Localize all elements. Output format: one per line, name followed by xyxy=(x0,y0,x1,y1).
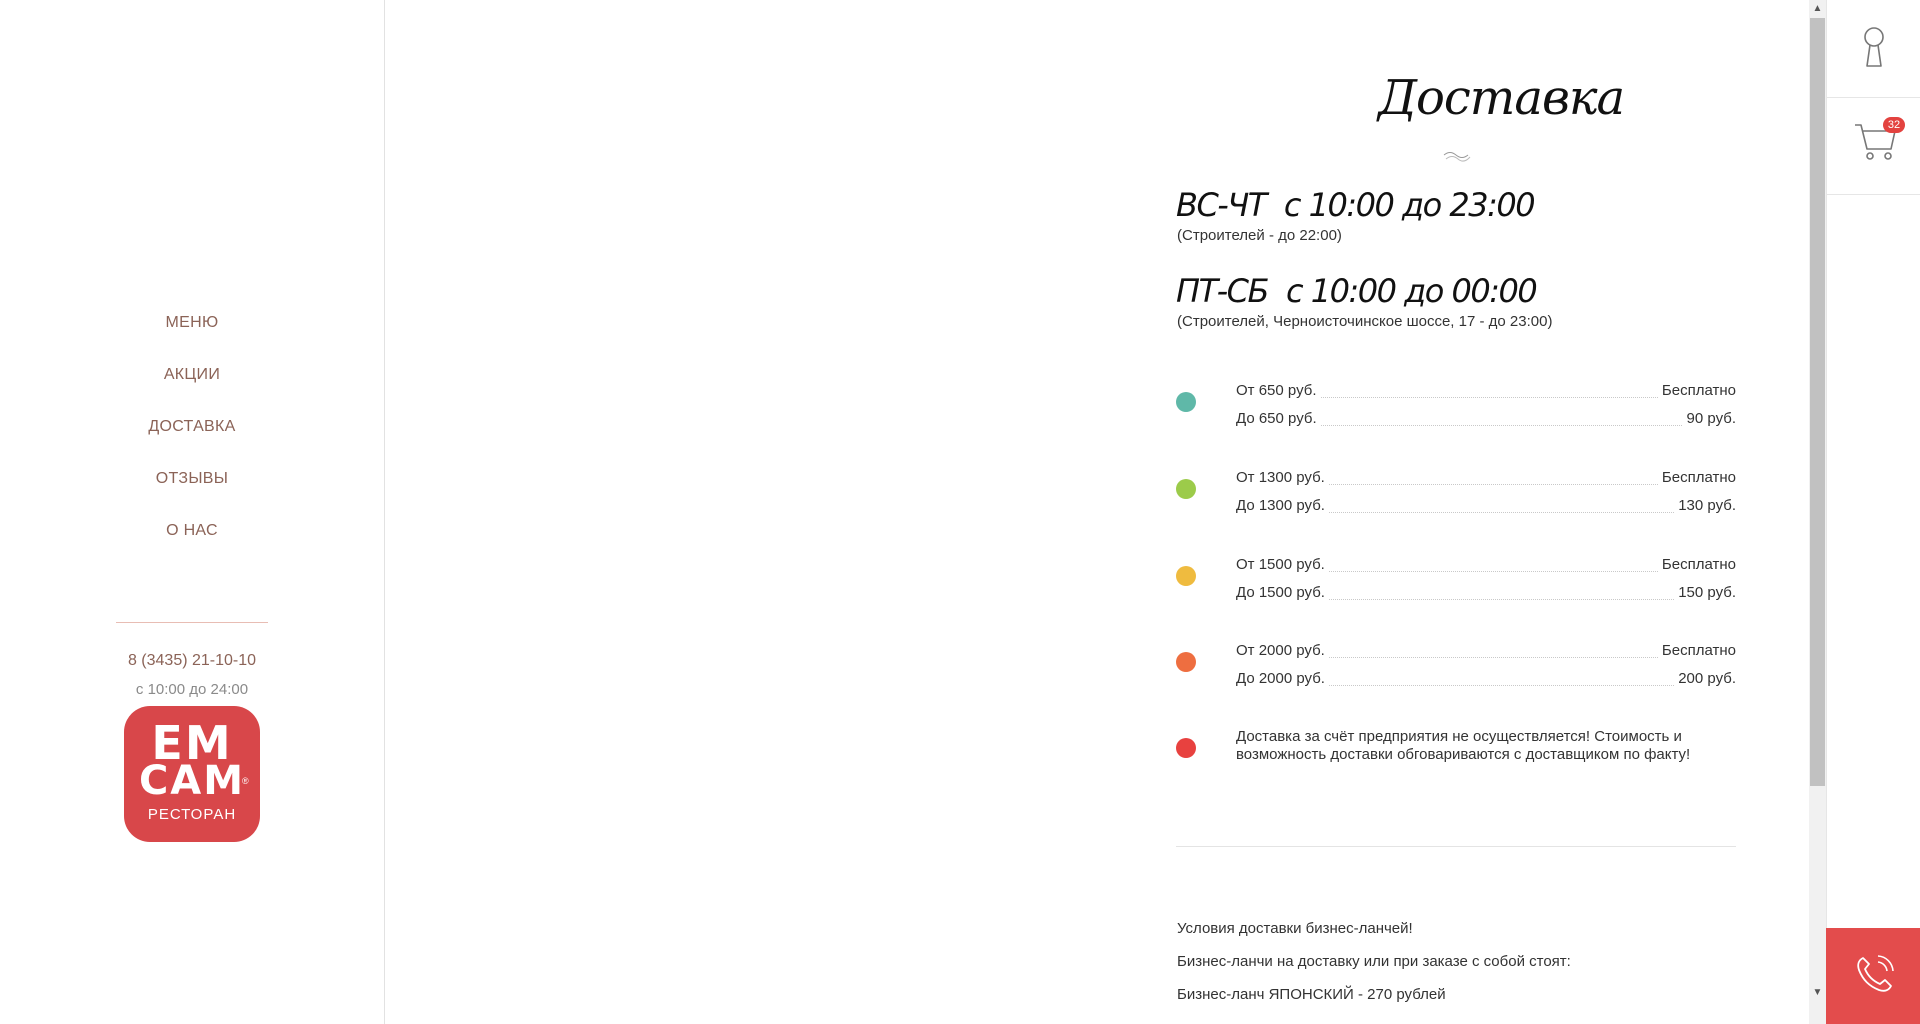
nav-item-delivery[interactable]: ДОСТАВКА xyxy=(0,412,384,464)
schedule-note-2: (Строителей, Черноисточинское шоссе, 17 … xyxy=(1177,313,1553,330)
schedule-heading-1: ВС-ЧТ с 10:00 до 23:00 xyxy=(1176,186,1536,224)
tier-label: До 2000 руб. xyxy=(1236,670,1329,687)
tier-value: Бесплатно xyxy=(1657,642,1736,659)
restaurant-logo[interactable]: ЕМ САМ ® РЕСТОРАН xyxy=(124,706,260,842)
tier-row: От 650 руб. Бесплатно xyxy=(1236,382,1736,402)
tier-color-dot xyxy=(1176,392,1196,412)
schedule-time: с 10:00 до 00:00 xyxy=(1285,272,1538,310)
scrollbar-thumb[interactable] xyxy=(1810,18,1825,786)
right-rail: 32 xyxy=(1826,0,1920,1024)
tier-label: До 1300 руб. xyxy=(1236,497,1329,514)
scroll-up-icon[interactable]: ▲ xyxy=(1809,0,1826,17)
tier-color-dot xyxy=(1176,566,1196,586)
business-lunch-item: Бизнес-ланч ЯПОНСКИЙ - 270 рублей xyxy=(1177,986,1446,1003)
nav-item-about[interactable]: О НАС xyxy=(0,516,384,568)
tier-value: 150 руб. xyxy=(1674,584,1736,601)
nav-item-promotions[interactable]: АКЦИИ xyxy=(0,360,384,412)
title-ornament-icon xyxy=(1443,152,1471,162)
note-text: Доставка за счёт предприятия не осуществ… xyxy=(1236,728,1691,763)
page-title: Доставка xyxy=(1378,70,1625,126)
tier-row: До 650 руб. 90 руб. xyxy=(1236,410,1736,430)
tier-color-dot xyxy=(1176,652,1196,672)
contact-phone[interactable]: 8 (3435) 21-10-10 xyxy=(0,652,384,670)
nav-item-menu[interactable]: МЕНЮ xyxy=(0,308,384,360)
tier-row: От 1500 руб. Бесплатно xyxy=(1236,556,1736,576)
schedule-note-1: (Строителей - до 22:00) xyxy=(1177,227,1342,244)
tier-label: От 1300 руб. xyxy=(1236,469,1329,486)
tier-row: До 1500 руб. 150 руб. xyxy=(1236,584,1736,604)
tier-value: 200 руб. xyxy=(1674,670,1736,687)
scroll-down-icon[interactable]: ▼ xyxy=(1809,984,1826,1001)
tier-label: До 1500 руб. xyxy=(1236,584,1329,601)
sidebar-divider xyxy=(116,622,268,623)
contact-hours: с 10:00 до 24:00 xyxy=(135,681,249,698)
tier-color-dot xyxy=(1176,479,1196,499)
tier-label: От 2000 руб. xyxy=(1236,642,1329,659)
content-divider xyxy=(1176,846,1736,847)
business-lunch-heading: Условия доставки бизнес-ланчей! xyxy=(1177,920,1413,937)
schedule-time: с 10:00 до 23:00 xyxy=(1283,186,1536,224)
tier-value: Бесплатно xyxy=(1657,469,1736,486)
schedule-days: ПТ-СБ xyxy=(1176,272,1269,310)
note-color-dot xyxy=(1176,738,1196,758)
cart-button[interactable]: 32 xyxy=(1827,97,1920,195)
cart-count-badge: 32 xyxy=(1883,117,1905,133)
tier-row: До 1300 руб. 130 руб. xyxy=(1236,497,1736,517)
tier-value: Бесплатно xyxy=(1657,556,1736,573)
logo-registered-mark: ® xyxy=(242,776,249,786)
schedule-heading-2: ПТ-СБ с 10:00 до 00:00 xyxy=(1176,272,1538,310)
phone-icon xyxy=(1857,955,1894,992)
schedule-days: ВС-ЧТ xyxy=(1176,186,1267,224)
tier-value: Бесплатно xyxy=(1657,382,1736,399)
tier-row: От 2000 руб. Бесплатно xyxy=(1236,642,1736,662)
logo-line-3: РЕСТОРАН xyxy=(147,806,237,823)
call-button[interactable] xyxy=(1826,928,1920,1024)
tier-label: От 1500 руб. xyxy=(1236,556,1329,573)
main-nav: МЕНЮ АКЦИИ ДОСТАВКА ОТЗЫВЫ О НАС xyxy=(0,308,384,568)
login-button[interactable] xyxy=(1827,0,1920,98)
tier-row: До 2000 руб. 200 руб. xyxy=(1236,670,1736,690)
tier-value: 130 руб. xyxy=(1674,497,1736,514)
keyhole-icon xyxy=(1864,27,1884,67)
nav-item-reviews[interactable]: ОТЗЫВЫ xyxy=(0,464,384,516)
left-sidebar: МЕНЮ АКЦИИ ДОСТАВКА ОТЗЫВЫ О НАС 8 (3435… xyxy=(0,0,385,1024)
tier-label: От 650 руб. xyxy=(1236,382,1321,399)
tier-row: От 1300 руб. Бесплатно xyxy=(1236,469,1736,489)
business-lunch-intro: Бизнес-ланчи на доставку или при заказе … xyxy=(1177,953,1571,970)
logo-line-2: САМ xyxy=(138,758,246,804)
tier-value: 90 руб. xyxy=(1682,410,1736,427)
tier-label: До 650 руб. xyxy=(1236,410,1321,427)
